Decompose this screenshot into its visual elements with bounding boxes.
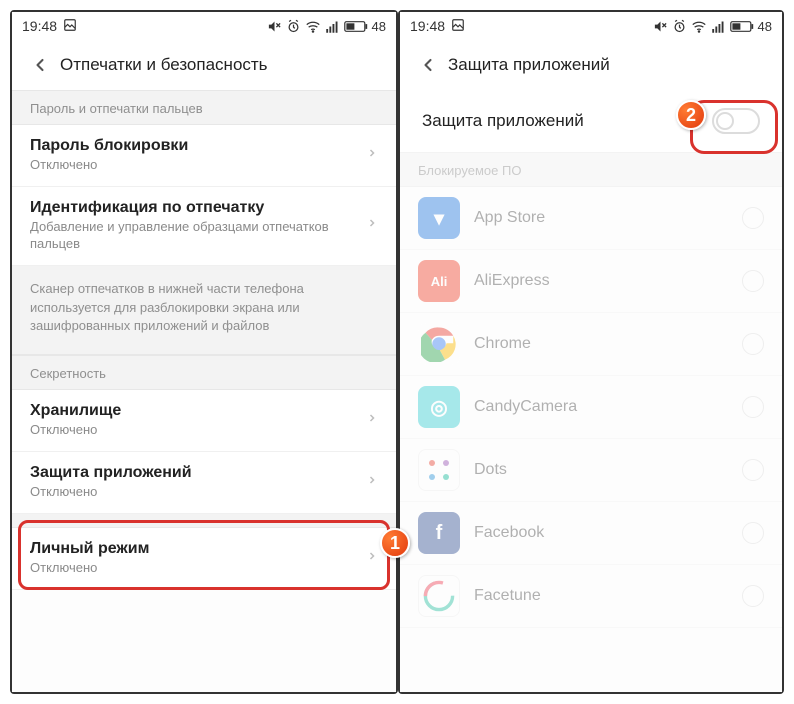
item-lock-password[interactable]: Пароль блокировки Отключено <box>12 125 396 187</box>
chevron-right-icon <box>366 471 378 494</box>
item-personal-mode[interactable]: Личный режим Отключено <box>12 528 396 590</box>
item-title: Личный режим <box>30 540 358 558</box>
app-select-radio[interactable] <box>742 333 764 355</box>
wifi-icon <box>691 19 707 34</box>
app-select-radio[interactable] <box>742 522 764 544</box>
section-privacy: Секретность <box>12 355 396 390</box>
app-name: App Store <box>474 209 728 227</box>
item-title: Хранилище <box>30 402 358 420</box>
toggle-label: Защита приложений <box>422 111 584 131</box>
title-bar: Защита приложений <box>400 40 782 90</box>
screenshot-icon <box>451 18 465 35</box>
app-select-radio[interactable] <box>742 270 764 292</box>
mute-icon <box>267 19 282 34</box>
app-select-radio[interactable] <box>742 585 764 607</box>
item-subtitle: Отключено <box>30 157 358 174</box>
battery-icon <box>344 20 368 33</box>
item-title: Пароль блокировки <box>30 137 358 155</box>
app-name: Dots <box>474 461 728 479</box>
status-time: 19:48 <box>410 18 445 34</box>
item-title: Идентификация по отпечатку <box>30 199 358 217</box>
app-icon <box>418 449 460 491</box>
screen-title: Защита приложений <box>448 55 610 75</box>
item-subtitle: Отключено <box>30 484 358 501</box>
step-badge-2: 2 <box>676 100 706 130</box>
battery-icon <box>730 20 754 33</box>
item-app-protection[interactable]: Защита приложений Отключено <box>12 452 396 514</box>
app-row[interactable]: Facetune <box>400 565 782 628</box>
toggle-app-protection[interactable] <box>712 108 760 134</box>
alarm-icon <box>286 19 301 34</box>
app-icon: f <box>418 512 460 554</box>
app-row[interactable]: ◎ CandyCamera <box>400 376 782 439</box>
app-row[interactable]: Chrome <box>400 313 782 376</box>
battery-level: 48 <box>372 19 386 34</box>
item-fingerprint-id[interactable]: Идентификация по отпечатку Добавление и … <box>12 187 396 266</box>
back-button[interactable] <box>408 45 448 85</box>
app-icon: ▾ <box>418 197 460 239</box>
app-icon: Ali <box>418 260 460 302</box>
app-select-radio[interactable] <box>742 207 764 229</box>
app-select-radio[interactable] <box>742 459 764 481</box>
title-bar: Отпечатки и безопасность <box>12 40 396 90</box>
chevron-right-icon <box>366 214 378 237</box>
app-name: CandyCamera <box>474 398 728 416</box>
battery-level: 48 <box>758 19 772 34</box>
mute-icon <box>653 19 668 34</box>
item-title: Защита приложений <box>30 464 358 482</box>
app-name: Chrome <box>474 335 728 353</box>
status-time: 19:48 <box>22 18 57 34</box>
app-name: Facebook <box>474 524 728 542</box>
app-row[interactable]: Ali AliExpress <box>400 250 782 313</box>
item-subtitle: Добавление и управление образцами отпеча… <box>30 219 358 253</box>
app-icon: ◎ <box>418 386 460 428</box>
wifi-icon <box>305 19 321 34</box>
section-password-fingerprint: Пароль и отпечатки пальцев <box>12 90 396 125</box>
step-badge-1: 1 <box>380 528 410 558</box>
app-row[interactable]: ▾ App Store <box>400 187 782 250</box>
back-button[interactable] <box>20 45 60 85</box>
app-select-radio[interactable] <box>742 396 764 418</box>
status-bar: 19:48 48 <box>400 12 782 40</box>
item-subtitle: Отключено <box>30 560 358 577</box>
app-name: Facetune <box>474 587 728 605</box>
app-icon <box>418 575 460 617</box>
app-row[interactable]: f Facebook <box>400 502 782 565</box>
chevron-right-icon <box>366 409 378 432</box>
app-icon <box>418 323 460 365</box>
chevron-right-icon <box>366 547 378 570</box>
signal-icon <box>711 19 726 34</box>
fingerprint-info: Сканер отпечатков в нижней части телефон… <box>12 266 396 356</box>
alarm-icon <box>672 19 687 34</box>
toggle-app-protection-row: Защита приложений <box>400 90 782 152</box>
signal-icon <box>325 19 340 34</box>
app-row[interactable]: Dots <box>400 439 782 502</box>
screen-title: Отпечатки и безопасность <box>60 55 268 75</box>
item-subtitle: Отключено <box>30 422 358 439</box>
app-name: AliExpress <box>474 272 728 290</box>
item-storage[interactable]: Хранилище Отключено <box>12 390 396 452</box>
chevron-right-icon <box>366 144 378 167</box>
screenshot-icon <box>63 18 77 35</box>
status-bar: 19:48 48 <box>12 12 396 40</box>
section-blocked-apps: Блокируемое ПО <box>400 152 782 187</box>
